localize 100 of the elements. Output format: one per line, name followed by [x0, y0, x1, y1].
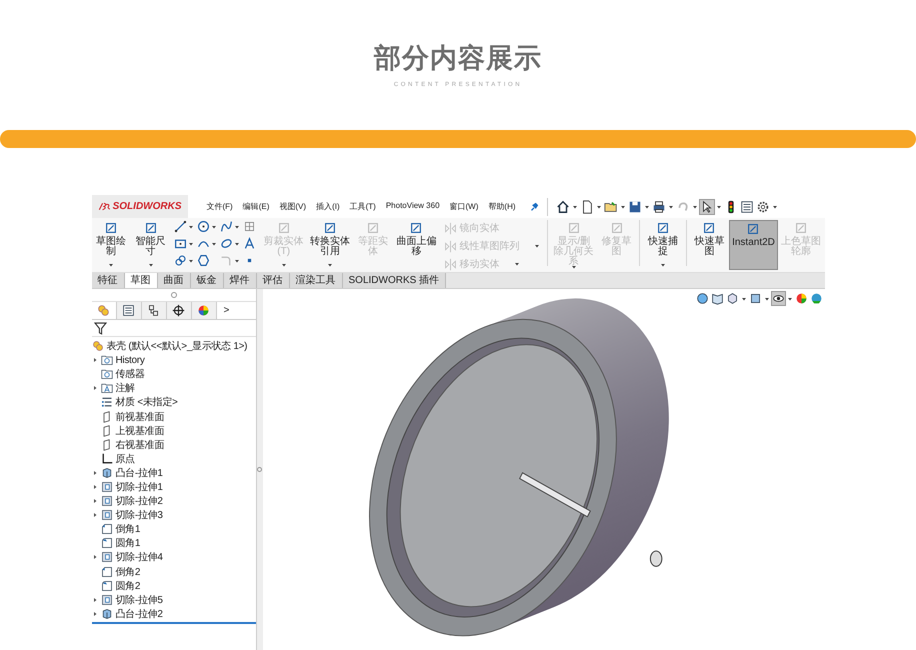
tree-item[interactable]: 右视基准面: [116, 438, 164, 452]
spline-icon[interactable]: [220, 220, 234, 233]
tree-item[interactable]: History: [116, 354, 145, 366]
ribbon-button[interactable]: 快速草图: [690, 220, 730, 262]
save-icon[interactable]: [628, 200, 642, 214]
circle-icon[interactable]: [197, 220, 210, 233]
tree-item[interactable]: 圆角1: [116, 536, 140, 550]
expand-arrow-icon[interactable]: [92, 498, 98, 504]
caret-icon[interactable]: [108, 262, 114, 268]
menu-item[interactable]: 工具(T): [344, 201, 381, 212]
tab[interactable]: 曲面: [158, 273, 190, 288]
caret-icon[interactable]: [534, 243, 540, 249]
configuration-icon[interactable]: [147, 304, 160, 317]
menu-item[interactable]: 编辑(E): [238, 201, 274, 212]
material-icon[interactable]: [100, 396, 112, 408]
tab[interactable]: 草图: [124, 273, 158, 288]
sketch-tool-icon[interactable]: [409, 221, 424, 235]
splitter-handle[interactable]: [257, 467, 262, 472]
cut-feature-icon[interactable]: [100, 495, 112, 508]
sketch-tool-icon[interactable]: [702, 221, 716, 235]
part-model-drawing[interactable]: [368, 298, 668, 636]
scene-icon[interactable]: [810, 292, 822, 305]
ellipse-icon[interactable]: [220, 237, 234, 250]
caret-icon[interactable]: [620, 204, 626, 210]
expand-arrow-icon[interactable]: [92, 554, 98, 560]
crosshair-icon[interactable]: [172, 304, 185, 317]
tab[interactable]: 评估: [256, 273, 290, 288]
tree-item[interactable]: 原点: [116, 452, 135, 466]
caret-icon[interactable]: [764, 296, 770, 302]
fillet-icon[interactable]: [100, 537, 112, 550]
color-wheel-icon[interactable]: [197, 304, 210, 317]
origin-icon[interactable]: [100, 452, 112, 465]
ribbon-button[interactable]: 快速捕捉: [643, 220, 683, 262]
tree-item[interactable]: 凸台-拉伸1: [116, 466, 163, 480]
ribbon-button[interactable]: 转换实体引用: [306, 220, 354, 262]
expand-arrow-icon[interactable]: [92, 596, 98, 603]
caret-icon[interactable]: [772, 204, 778, 210]
tab[interactable]: 特征: [92, 273, 124, 288]
cut-feature-icon[interactable]: [100, 594, 112, 606]
chamfer-icon[interactable]: [100, 566, 112, 578]
pin-icon[interactable]: [528, 202, 539, 212]
caret-icon[interactable]: [644, 204, 650, 210]
sketch-tool-icon[interactable]: [746, 222, 760, 236]
tab[interactable]: 钣金: [190, 273, 224, 288]
caret-icon[interactable]: [188, 224, 194, 230]
caret-icon[interactable]: [786, 296, 792, 302]
sphere-icon[interactable]: [696, 292, 708, 305]
tree-item[interactable]: 切除-拉伸2: [116, 494, 163, 508]
tree-item[interactable]: 切除-拉伸5: [116, 592, 163, 607]
filter-icon[interactable]: [94, 322, 106, 334]
chain-icon[interactable]: [174, 254, 188, 267]
tab[interactable]: 焊件: [224, 273, 256, 288]
menu-item[interactable]: 窗口(W): [444, 201, 484, 212]
plane-icon[interactable]: [100, 438, 112, 451]
caret-icon[interactable]: [692, 204, 698, 210]
graphics-area[interactable]: [262, 289, 824, 650]
caret-icon[interactable]: [234, 258, 240, 264]
expand-arrow-icon[interactable]: [92, 470, 98, 476]
caret-icon[interactable]: [211, 224, 218, 230]
tree-item[interactable]: 切除-拉伸3: [116, 508, 163, 522]
extrude-feature-icon[interactable]: [100, 608, 112, 620]
home-icon[interactable]: [556, 200, 570, 214]
tree-item[interactable]: 切除-拉伸4: [116, 550, 163, 564]
logo[interactable]: SOLIDWORKS: [92, 195, 188, 218]
menu-item[interactable]: 视图(V): [274, 201, 312, 212]
caret-icon[interactable]: [740, 296, 746, 302]
expand-arrow-icon[interactable]: [92, 484, 98, 490]
caret-icon[interactable]: [148, 262, 154, 268]
eye-icon[interactable]: [772, 292, 784, 305]
settings-icon[interactable]: [756, 200, 770, 214]
tree-item[interactable]: 上视基准面: [116, 424, 164, 438]
tree-item[interactable]: 圆角2: [116, 578, 140, 593]
folder-icon[interactable]: [100, 354, 112, 366]
caret-icon[interactable]: [668, 204, 674, 210]
caret-icon[interactable]: [514, 261, 520, 267]
printer-icon[interactable]: [652, 200, 666, 214]
feature-tree-icon[interactable]: [97, 304, 110, 317]
caret-icon[interactable]: [572, 204, 578, 210]
ribbon-button[interactable]: Instant2D: [729, 220, 778, 270]
ribbon-button[interactable]: 曲面上偏移: [392, 220, 440, 262]
chamfer-icon[interactable]: [100, 523, 112, 536]
cube-icon[interactable]: [726, 292, 738, 305]
sketch-tool-icon[interactable]: [656, 221, 670, 235]
tree-item[interactable]: 表壳 (默认<<默认>_显示状态 1>): [106, 339, 248, 354]
tree-item[interactable]: 凸台-拉伸2: [116, 606, 163, 621]
cut-feature-icon[interactable]: [100, 509, 112, 522]
tree-item[interactable]: 倒角2: [116, 564, 140, 579]
cut-feature-icon[interactable]: [100, 480, 112, 493]
expand-arrow-icon[interactable]: [92, 385, 98, 392]
folder-icon[interactable]: [100, 368, 112, 380]
more-tabs-arrow[interactable]: >: [216, 305, 230, 316]
polygon-icon[interactable]: [197, 254, 210, 267]
color-icon[interactable]: [794, 292, 808, 305]
annotation-folder-icon[interactable]: [100, 382, 112, 394]
book-icon[interactable]: [710, 292, 724, 305]
plane-icon[interactable]: [100, 410, 112, 423]
caret-icon[interactable]: [716, 204, 722, 210]
ribbon-button[interactable]: 智能尺寸: [130, 220, 170, 262]
expand-arrow-icon[interactable]: [92, 610, 98, 617]
ribbon-button[interactable]: 草图绘制: [92, 220, 131, 262]
